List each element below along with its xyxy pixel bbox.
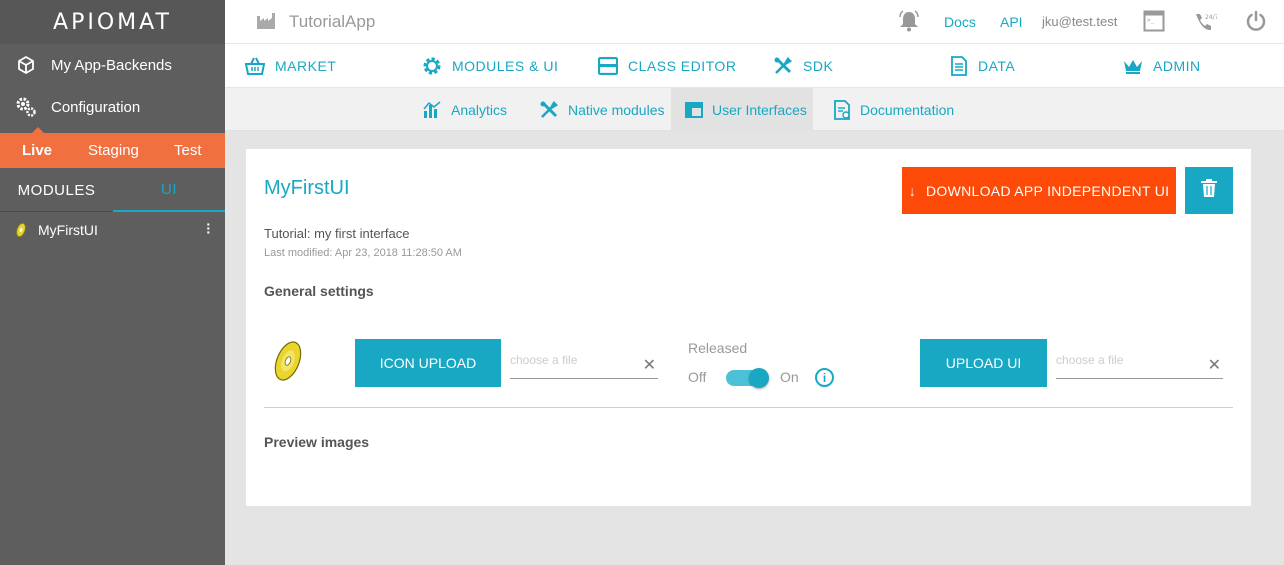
sidebar-item-configuration[interactable]: Configuration — [0, 86, 225, 128]
svg-text:24/7: 24/7 — [1205, 14, 1217, 21]
user-email[interactable]: jku@test.test — [1042, 14, 1117, 29]
disc-icon — [272, 339, 304, 388]
download-ui-label: DOWNLOAD APP INDEPENDENT UI — [926, 182, 1170, 199]
svg-text:>_: >_ — [1147, 17, 1155, 24]
stage-live[interactable]: Live — [22, 142, 52, 159]
nav-label: DATA — [978, 58, 1016, 74]
toggle-on-label: On — [780, 369, 799, 385]
released-label: Released — [688, 340, 748, 356]
preview-images-heading: Preview images — [264, 434, 370, 450]
app-name: TutorialApp — [289, 12, 376, 31]
document-icon — [950, 56, 968, 76]
power-icon[interactable] — [1245, 10, 1267, 37]
ui-detail-card: MyFirstUI ↓ DOWNLOAD APP INDEPENDENT UI … — [246, 149, 1251, 506]
released-toggle[interactable] — [726, 368, 769, 388]
clear-icon[interactable]: ✕ — [1208, 355, 1221, 375]
clear-icon[interactable]: ✕ — [643, 355, 656, 375]
basket-icon — [245, 57, 265, 75]
icon-file-placeholder: choose a file — [510, 353, 578, 367]
trash-icon — [1201, 179, 1217, 202]
nav-class-editor[interactable]: CLASS EDITOR — [598, 44, 736, 88]
layout-icon — [685, 101, 703, 118]
ui-file-input[interactable]: choose a file ✕ — [1056, 349, 1223, 379]
doc-icon — [833, 99, 851, 120]
module-tabs: MODULES UI — [0, 168, 225, 212]
arrow-down-icon: ↓ — [908, 182, 916, 199]
nav-label: SDK — [803, 58, 834, 74]
subnav-native-modules[interactable]: Native modules — [539, 88, 665, 131]
class-icon — [598, 57, 618, 75]
top-bar: TutorialApp Docs API jku@test.test >_ 24… — [225, 0, 1284, 44]
icon-upload-button[interactable]: ICON UPLOAD — [355, 339, 501, 387]
nav-label: MODULES & UI — [452, 58, 559, 74]
nav-data[interactable]: DATA — [950, 44, 1015, 88]
support-24-7-icon[interactable]: 24/7 — [1193, 11, 1219, 38]
subnav-label: Documentation — [860, 101, 955, 118]
nav-modules-ui[interactable]: MODULES & UI — [422, 44, 558, 88]
tools-icon — [773, 56, 793, 76]
nav-market[interactable]: MARKET — [245, 44, 336, 88]
ui-file-placeholder: choose a file — [1056, 353, 1124, 367]
nav-label: CLASS EDITOR — [628, 58, 737, 74]
download-ui-button[interactable]: ↓ DOWNLOAD APP INDEPENDENT UI — [902, 167, 1176, 214]
crown-icon — [1123, 58, 1143, 74]
stage-switcher: Live Staging Test — [0, 133, 225, 168]
divider — [264, 407, 1233, 408]
sidebar: APIOMAT My App-Backends Configuration Li… — [0, 0, 225, 565]
gear-icon — [422, 56, 442, 76]
general-settings-heading: General settings — [264, 283, 374, 299]
logo[interactable]: APIOMAT — [0, 0, 225, 44]
tools-icon — [539, 100, 559, 120]
disc-icon — [14, 222, 28, 238]
stage-staging[interactable]: Staging — [88, 142, 139, 159]
sidebar-item-label: My App-Backends — [51, 56, 172, 74]
chart-icon — [422, 100, 442, 119]
info-icon[interactable]: i — [815, 368, 834, 387]
bell-icon[interactable] — [897, 9, 921, 38]
delete-ui-button[interactable] — [1185, 167, 1233, 214]
terminal-icon[interactable]: >_ — [1143, 10, 1165, 37]
nav-sdk[interactable]: SDK — [773, 44, 833, 88]
nav-label: MARKET — [275, 58, 337, 74]
ui-list-item-label: MyFirstUI — [38, 222, 98, 238]
nav-admin[interactable]: ADMIN — [1123, 44, 1201, 88]
main-nav: MARKET MODULES & UI CLASS EDITOR SDK DAT… — [225, 44, 1284, 88]
gears-icon — [15, 96, 37, 118]
subnav-label: User Interfaces — [712, 101, 807, 118]
subnav-user-interfaces[interactable]: User Interfaces — [671, 88, 813, 131]
subnav-label: Analytics — [451, 101, 508, 118]
api-link[interactable]: API — [1000, 14, 1023, 30]
sidebar-item-label: Configuration — [51, 98, 141, 116]
subnav-label: Native modules — [568, 101, 665, 118]
ui-list-item[interactable]: MyFirstUI · · · — [0, 213, 225, 247]
toggle-off-label: Off — [688, 369, 707, 385]
toggle-knob — [749, 368, 769, 388]
factory-icon — [256, 12, 276, 35]
logo-text: APIOMAT — [53, 9, 172, 35]
ui-description: Tutorial: my first interface — [264, 226, 410, 241]
tab-modules[interactable]: MODULES — [0, 168, 113, 212]
ui-title: MyFirstUI — [264, 177, 350, 199]
stage-test[interactable]: Test — [174, 142, 202, 159]
subnav-documentation[interactable]: Documentation — [833, 88, 954, 131]
docs-link[interactable]: Docs — [944, 14, 976, 30]
tab-ui[interactable]: UI — [113, 168, 225, 212]
subnav-analytics[interactable]: Analytics — [422, 88, 517, 131]
sub-nav: Analytics Native modules User Interfaces… — [225, 88, 1284, 131]
last-modified: Last modified: Apr 23, 2018 11:28:50 AM — [264, 247, 462, 259]
nav-label: ADMIN — [1153, 58, 1201, 74]
more-options-icon[interactable]: · · · — [206, 217, 211, 239]
cube-icon — [15, 54, 37, 76]
sidebar-item-app-backends[interactable]: My App-Backends — [0, 44, 225, 86]
upload-ui-button[interactable]: UPLOAD UI — [920, 339, 1047, 387]
icon-file-input[interactable]: choose a file ✕ — [510, 349, 658, 379]
